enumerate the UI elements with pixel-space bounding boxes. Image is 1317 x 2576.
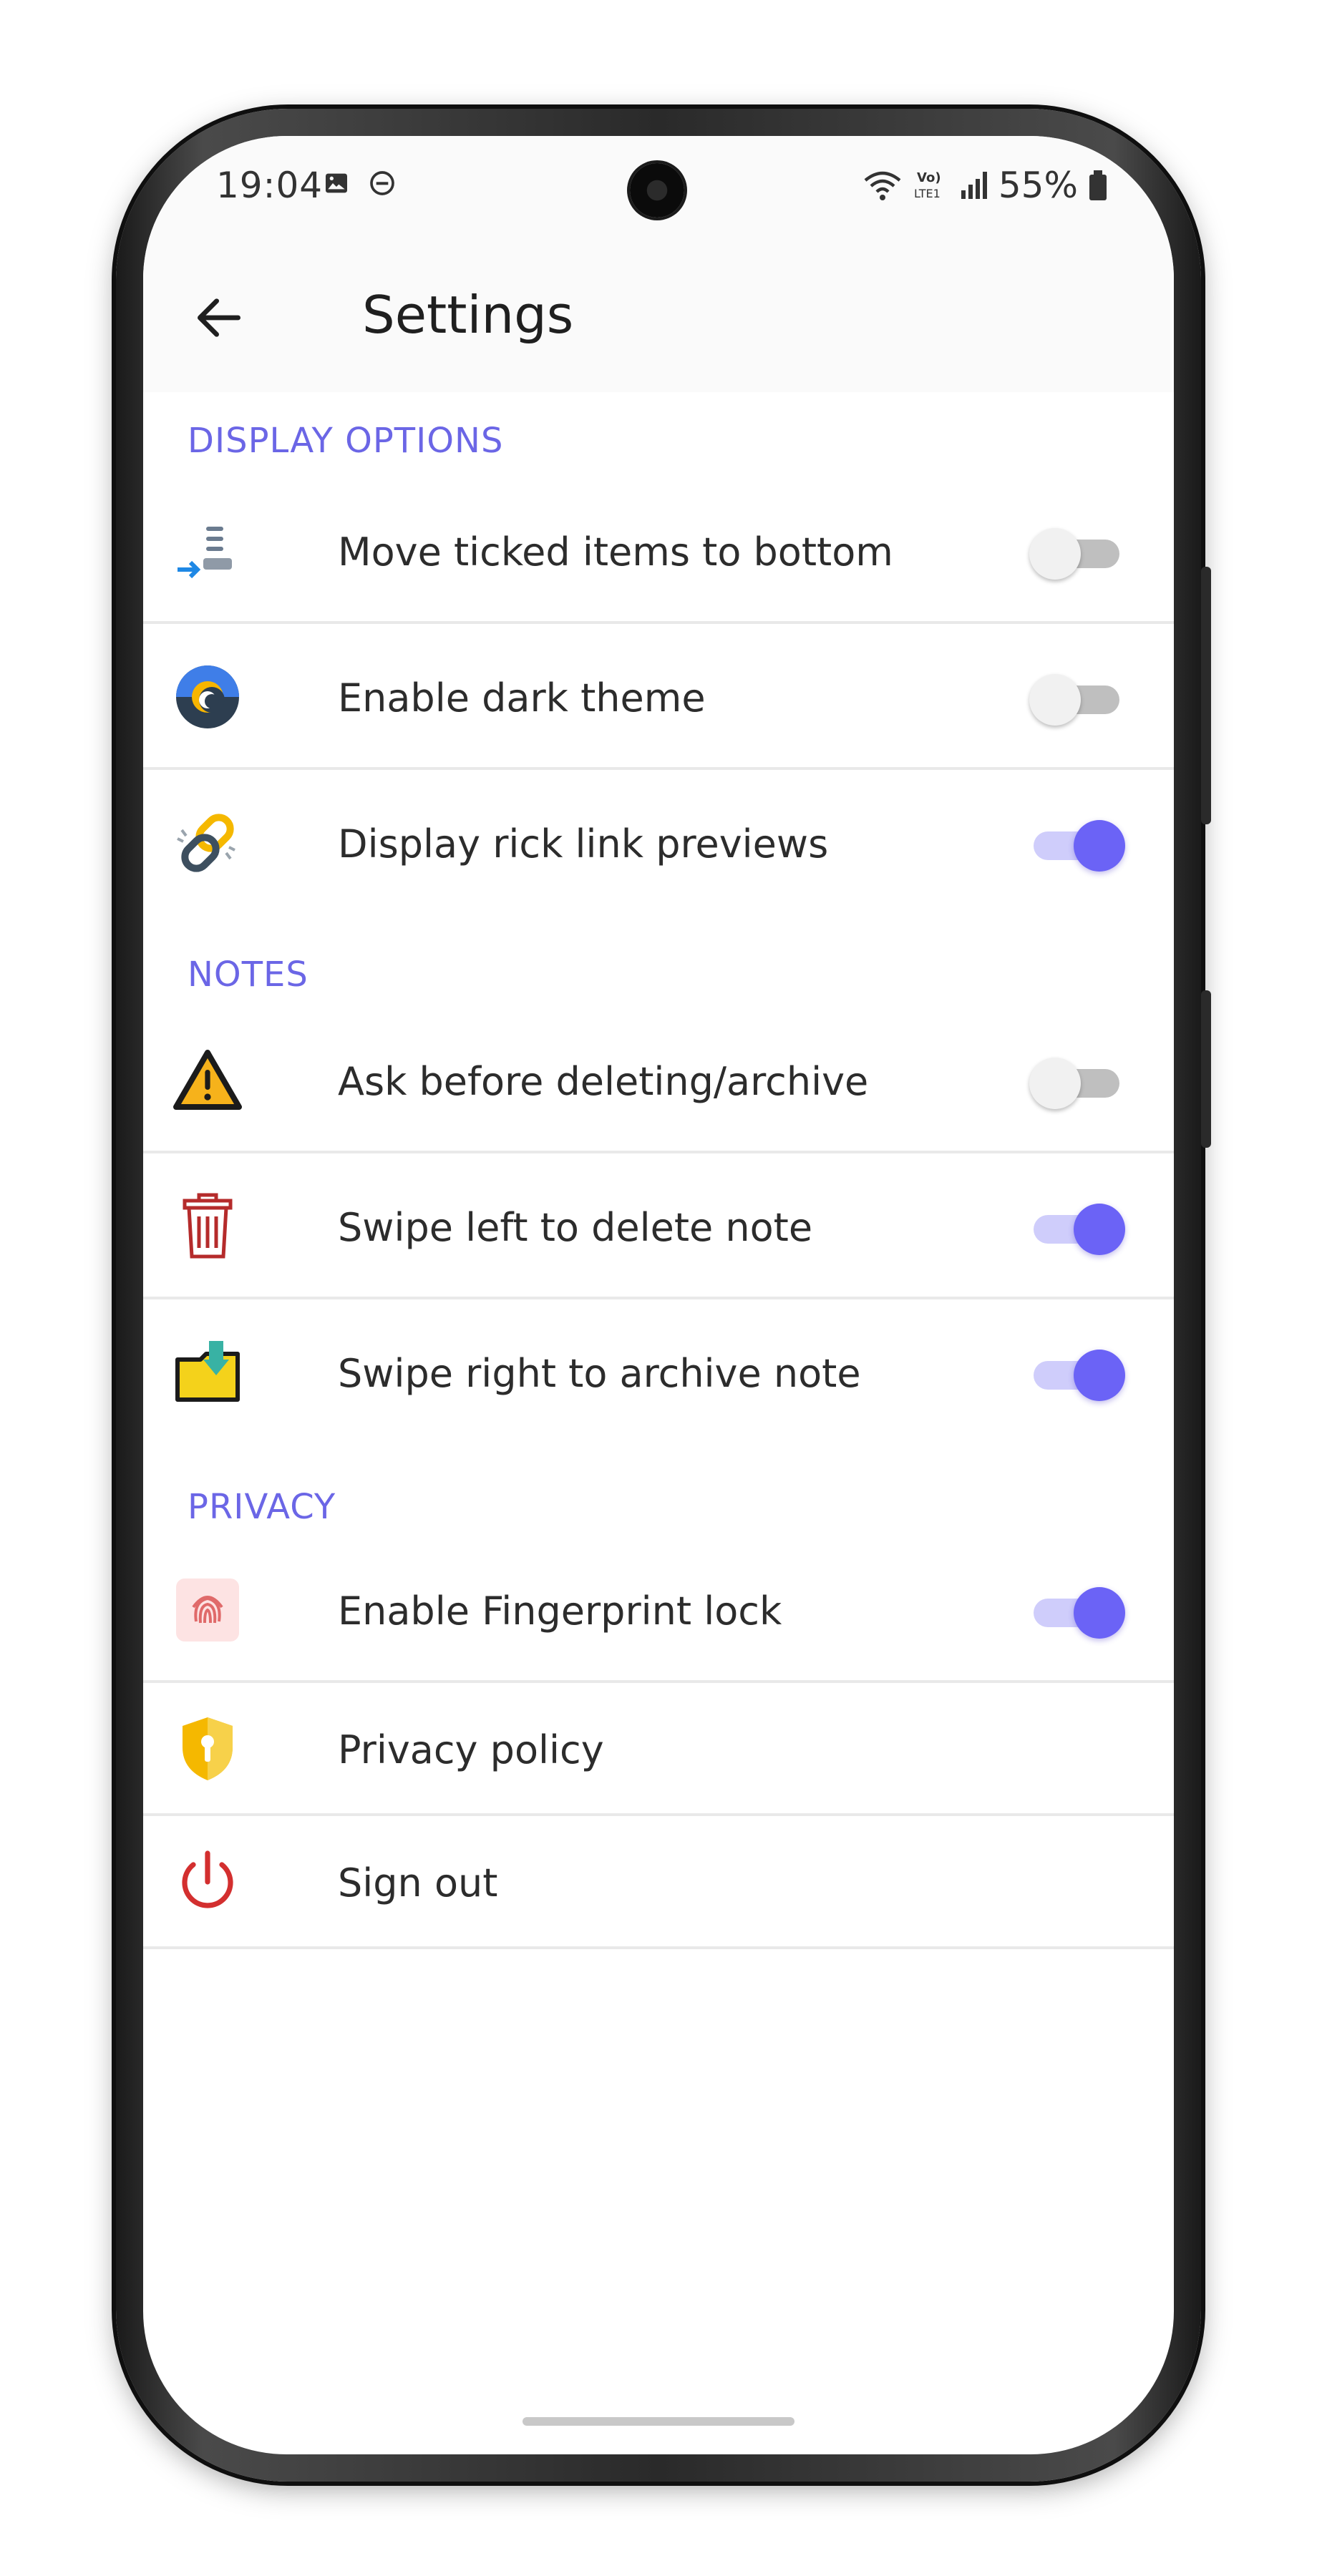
arrow-left-icon[interactable] — [190, 289, 248, 346]
volte-icon: Vo) LTE1 — [914, 170, 941, 200]
status-bar: 19:04 Vo) LTE1 55% — [143, 136, 1174, 243]
toggle-thumb — [1029, 1058, 1081, 1109]
setting-row-link-previews[interactable]: Display rick link previews — [143, 770, 1174, 916]
setting-row-privacy-policy[interactable]: Privacy policy — [143, 1683, 1174, 1816]
section-header-notes: NOTES — [188, 955, 308, 995]
setting-label: Sign out — [338, 1860, 498, 1906]
power-button — [1201, 990, 1211, 1148]
link-icon — [172, 807, 243, 879]
setting-label: Swipe left to delete note — [338, 1205, 813, 1250]
battery-icon — [1089, 170, 1107, 200]
toggle-thumb — [1029, 674, 1081, 726]
home-indicator[interactable] — [523, 2417, 794, 2426]
dark-theme-icon — [172, 661, 243, 733]
svg-text:LTE1: LTE1 — [914, 187, 941, 200]
toggle-thumb — [1074, 1204, 1125, 1255]
toggle-thumb — [1074, 820, 1125, 872]
section-header-display-options: DISPLAY OPTIONS — [188, 421, 504, 461]
setting-label: Enable Fingerprint lock — [338, 1589, 782, 1634]
setting-row-swipe-left-delete[interactable]: Swipe left to delete note — [143, 1153, 1174, 1299]
setting-row-move-ticked[interactable]: Move ticked items to bottom — [143, 478, 1174, 624]
section-header-privacy: PRIVACY — [188, 1487, 336, 1527]
toggle-thumb — [1074, 1587, 1125, 1639]
volume-button — [1201, 567, 1211, 824]
app-bar: Settings — [143, 243, 1174, 392]
setting-row-dark-theme[interactable]: Enable dark theme — [143, 624, 1174, 770]
gallery-icon — [326, 173, 347, 193]
setting-label: Enable dark theme — [338, 675, 706, 721]
screen: 19:04 Vo) LTE1 55% Settings DISPLAY OPTI… — [143, 136, 1174, 2454]
setting-label: Display rick link previews — [338, 821, 829, 867]
status-left-icons — [322, 169, 397, 197]
archive-icon — [172, 1337, 243, 1408]
toggle-switch[interactable] — [1029, 671, 1124, 726]
warning-icon — [172, 1045, 243, 1116]
setting-row-sign-out[interactable]: Sign out — [143, 1816, 1174, 1949]
toggle-switch[interactable] — [1029, 525, 1124, 580]
divider — [143, 1946, 1174, 1949]
toggle-thumb — [1074, 1350, 1125, 1401]
status-right-icons: Vo) LTE1 55% — [862, 165, 1108, 206]
toggle-thumb — [1029, 528, 1081, 580]
setting-row-swipe-right-archive[interactable]: Swipe right to archive note — [143, 1299, 1174, 1445]
setting-label: Ask before deleting/archive — [338, 1059, 869, 1104]
setting-row-ask-before-delete[interactable]: Ask before deleting/archive — [143, 1008, 1174, 1153]
fingerprint-icon — [172, 1574, 243, 1646]
front-camera — [630, 163, 684, 218]
battery-percent: 55% — [998, 165, 1078, 206]
svg-text:Vo): Vo) — [917, 170, 941, 185]
toggle-switch[interactable] — [1029, 1347, 1125, 1401]
shield-icon — [172, 1713, 243, 1785]
page-title: Settings — [362, 285, 574, 345]
setting-label: Swipe right to archive note — [338, 1351, 861, 1396]
wifi-icon — [864, 171, 901, 200]
setting-label: Move ticked items to bottom — [338, 530, 893, 575]
trash-icon — [172, 1191, 243, 1262]
setting-label: Privacy policy — [338, 1727, 604, 1772]
move-to-bottom-icon — [172, 515, 243, 587]
dnd-icon — [370, 171, 394, 195]
toggle-switch[interactable] — [1029, 817, 1125, 872]
signal-icon — [961, 172, 987, 199]
toggle-switch[interactable] — [1029, 1055, 1124, 1109]
setting-row-fingerprint-lock[interactable]: Enable Fingerprint lock — [143, 1537, 1174, 1683]
status-time: 19:04 — [216, 165, 324, 206]
power-icon — [172, 1846, 243, 1918]
toggle-switch[interactable] — [1029, 1201, 1125, 1255]
toggle-switch[interactable] — [1029, 1584, 1125, 1639]
phone-frame: 19:04 Vo) LTE1 55% Settings DISPLAY OPTI… — [116, 109, 1211, 2482]
